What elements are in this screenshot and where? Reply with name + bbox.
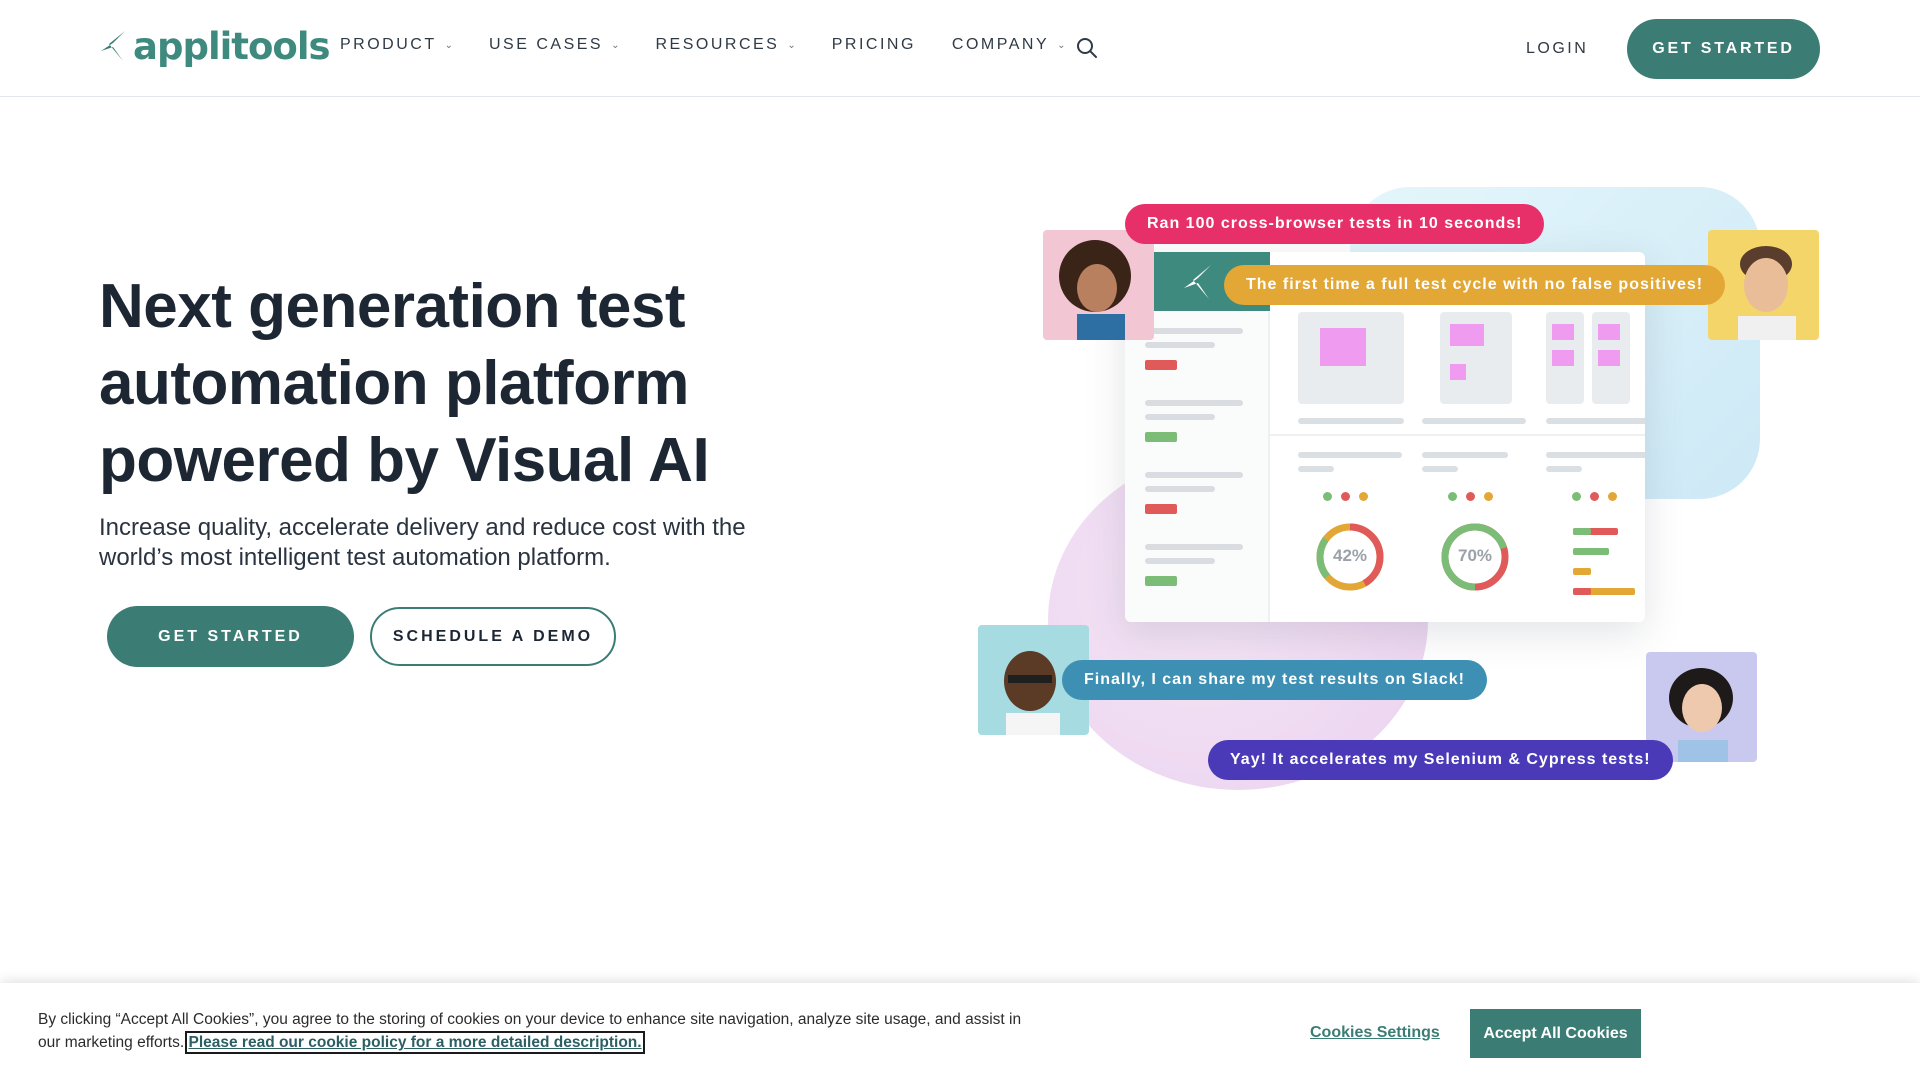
nav-item-company[interactable]: COMPANY ⌄ bbox=[952, 36, 1066, 54]
nav-item-label: PRICING bbox=[831, 36, 916, 53]
schedule-demo-button[interactable]: SCHEDULE A DEMO bbox=[370, 607, 616, 666]
get-started-button[interactable]: GET STARTED bbox=[107, 606, 354, 667]
chevron-down-icon: ⌄ bbox=[1057, 39, 1066, 51]
gauge-label: 70% bbox=[1457, 546, 1493, 565]
hero-illustration: 42% 70% Ran 100 cross-browser tests in 1… bbox=[970, 180, 1830, 800]
login-link[interactable]: LOGIN bbox=[1526, 40, 1588, 58]
accept-all-cookies-button[interactable]: Accept All Cookies bbox=[1470, 1009, 1641, 1058]
cookie-policy-link[interactable]: Please read our cookie policy for a more… bbox=[185, 1031, 645, 1054]
speech-bubble: Ran 100 cross-browser tests in 10 second… bbox=[1125, 204, 1545, 244]
nav-item-resources[interactable]: RESOURCES ⌄ bbox=[655, 36, 795, 54]
speech-bubble: The first time a full test cycle with no… bbox=[1224, 265, 1726, 305]
nav-item-label: USE CASES bbox=[489, 36, 604, 53]
dashboard-mockup: 42% 70% bbox=[1125, 252, 1645, 622]
site-header: applitools PRODUCT ⌄ USE CASES ⌄ RESOURC… bbox=[0, 0, 1920, 97]
hero-subtitle: Increase quality, accelerate delivery an… bbox=[99, 514, 746, 571]
chevron-down-icon: ⌄ bbox=[444, 39, 453, 51]
search-button[interactable] bbox=[1075, 36, 1099, 60]
main-nav: PRODUCT ⌄ USE CASES ⌄ RESOURCES ⌄ PRICIN… bbox=[340, 36, 1102, 54]
nav-item-use-cases[interactable]: USE CASES ⌄ bbox=[489, 36, 619, 54]
cookie-message: By clicking “Accept All Cookies”, you ag… bbox=[38, 1008, 1038, 1054]
cookies-settings-button[interactable]: Cookies Settings bbox=[1310, 1024, 1440, 1042]
nav-item-product[interactable]: PRODUCT ⌄ bbox=[340, 36, 453, 54]
gauge-chart: 70% bbox=[1440, 522, 1510, 592]
avatar bbox=[1043, 230, 1154, 340]
speech-bubble: Finally, I can share my test results on … bbox=[1062, 660, 1487, 700]
applitools-logo[interactable]: applitools bbox=[99, 22, 331, 70]
gauge-label: 42% bbox=[1332, 546, 1368, 565]
header-get-started-button[interactable]: GET STARTED bbox=[1627, 19, 1820, 79]
search-icon bbox=[1077, 38, 1097, 58]
hero-title: Next generation test automation platform… bbox=[99, 272, 710, 495]
speech-bubble: Yay! It accelerates my Selenium & Cypres… bbox=[1208, 740, 1673, 780]
nav-item-label: PRODUCT bbox=[340, 36, 437, 53]
brand-name: applitools bbox=[133, 24, 331, 68]
chevron-down-icon: ⌄ bbox=[787, 39, 796, 51]
gauge-chart: 42% bbox=[1315, 522, 1385, 592]
chevron-down-icon: ⌄ bbox=[611, 39, 620, 51]
nav-item-label: RESOURCES bbox=[655, 36, 780, 53]
nav-item-label: COMPANY bbox=[951, 36, 1050, 53]
nav-item-pricing[interactable]: PRICING bbox=[832, 36, 916, 54]
applitools-logo-icon bbox=[101, 31, 125, 61]
dashboard-main: 42% 70% bbox=[1270, 252, 1645, 622]
